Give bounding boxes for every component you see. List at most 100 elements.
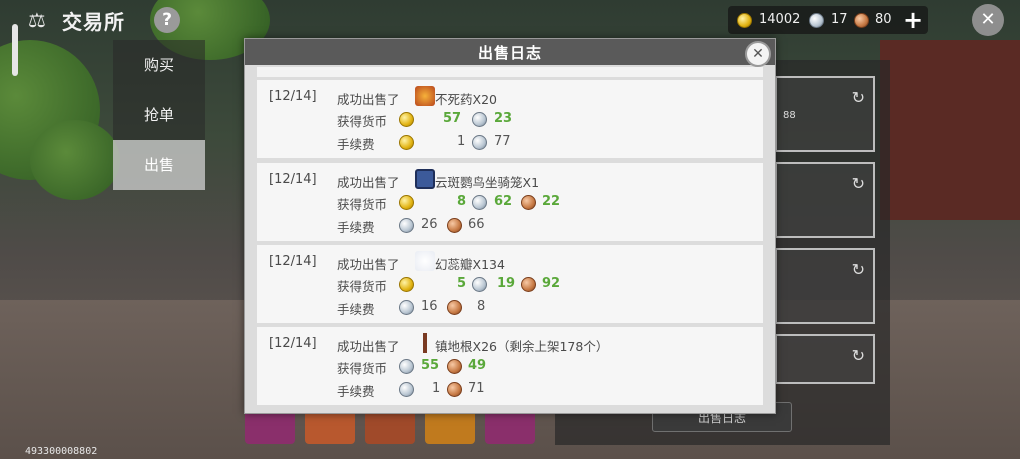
entry-item-name: 云斑鹦鸟坐骑笼X1 bbox=[435, 175, 540, 190]
copper-coin-icon bbox=[521, 195, 536, 210]
silver-coin-icon bbox=[472, 112, 487, 127]
fee-copper: 71 bbox=[468, 381, 485, 396]
earned-gold: 8 bbox=[457, 194, 467, 209]
building-decoration bbox=[880, 40, 1020, 220]
player-id: 493300008802 bbox=[25, 446, 98, 457]
dialog-header: 出售日志 bbox=[245, 39, 775, 65]
refresh-icon[interactable]: ↻ bbox=[852, 346, 865, 365]
fee-copper: 8 bbox=[477, 299, 486, 314]
earned-silver: 23 bbox=[494, 111, 513, 126]
copper-coin-icon bbox=[447, 382, 462, 397]
entry-sold-label: 成功出售了 bbox=[337, 175, 400, 190]
category-tabs: 购买 抢单 出售 bbox=[113, 40, 205, 190]
copper-coin-icon bbox=[854, 13, 869, 28]
silver-coin-icon bbox=[472, 135, 487, 150]
scrollbar-handle[interactable] bbox=[12, 24, 18, 76]
fee-silver: 1 bbox=[432, 381, 441, 396]
entry-sold-label: 成功出售了 bbox=[337, 339, 400, 354]
earned-gold: 57 bbox=[443, 111, 462, 126]
sell-log-dialog: 出售日志 ✕ [12/14] 成功出售了 不死药X20 获得货币 57 23 手… bbox=[244, 38, 776, 414]
sell-slot[interactable]: ↻ bbox=[775, 248, 875, 324]
refresh-icon[interactable]: ↻ bbox=[852, 174, 865, 193]
scales-icon: ⚖ bbox=[28, 8, 46, 32]
fee-gold: 1 bbox=[457, 134, 466, 149]
fee-copper: 66 bbox=[468, 217, 485, 232]
entry-sold-label: 成功出售了 bbox=[337, 257, 400, 272]
silver-coin-icon bbox=[399, 300, 414, 315]
copper-coin-icon bbox=[447, 300, 462, 315]
page-title: 交易所 bbox=[62, 10, 125, 34]
earned-label: 获得货币 bbox=[337, 361, 388, 376]
entry-date: [12/14] bbox=[269, 89, 317, 104]
silver-coin-icon bbox=[809, 13, 824, 28]
tab-sell[interactable]: 出售 bbox=[113, 140, 205, 190]
close-button[interactable]: ✕ bbox=[972, 4, 1004, 36]
fee-silver: 77 bbox=[494, 134, 511, 149]
tab-buy[interactable]: 购买 bbox=[113, 40, 205, 90]
log-entry: [12/14] 成功出售了 镇地根X26（剩余上架178个） 获得货币 55 4… bbox=[257, 327, 763, 405]
entry-date: [12/14] bbox=[269, 254, 317, 269]
petal-icon bbox=[415, 251, 435, 271]
copper-coin-icon bbox=[521, 277, 536, 292]
help-button[interactable]: ? bbox=[154, 7, 180, 33]
earned-silver: 19 bbox=[497, 276, 516, 291]
silver-coin-icon bbox=[399, 382, 414, 397]
earned-silver: 62 bbox=[494, 194, 513, 209]
refresh-icon[interactable]: ↻ bbox=[852, 88, 865, 107]
gold-coin-icon bbox=[399, 112, 414, 127]
dialog-title: 出售日志 bbox=[477, 44, 542, 62]
earned-label: 获得货币 bbox=[337, 197, 388, 212]
cage-icon bbox=[415, 169, 435, 189]
log-entry: [12/14] 成功出售了 云斑鹦鸟坐骑笼X1 获得货币 8 62 22 手续费… bbox=[257, 163, 763, 241]
gold-coin-icon bbox=[399, 135, 414, 150]
earned-copper: 22 bbox=[542, 194, 561, 209]
top-bar: ⚖ 交易所 ? 14002 17 80 + ✕ bbox=[0, 0, 1020, 40]
herb-icon bbox=[415, 86, 435, 106]
list-item-partial bbox=[257, 67, 763, 77]
fee-silver: 26 bbox=[421, 217, 438, 232]
fee-label: 手续费 bbox=[337, 302, 375, 317]
slot-value: 88 bbox=[783, 110, 796, 121]
earned-label: 获得货币 bbox=[337, 279, 388, 294]
silver-coin-icon bbox=[399, 218, 414, 233]
gold-coin-icon bbox=[399, 195, 414, 210]
tab-grab-order[interactable]: 抢单 bbox=[113, 90, 205, 140]
entry-item-name: 幻蕊瓣X134 bbox=[435, 257, 505, 272]
silver-coin-icon bbox=[472, 277, 487, 292]
entry-date: [12/14] bbox=[269, 336, 317, 351]
earned-gold: 5 bbox=[457, 276, 467, 291]
tree-decoration bbox=[30, 120, 120, 200]
root-icon bbox=[415, 333, 435, 353]
earned-label: 获得货币 bbox=[337, 114, 388, 129]
silver-coin-icon bbox=[399, 359, 414, 374]
entry-date: [12/14] bbox=[269, 172, 317, 187]
gold-coin-icon bbox=[737, 13, 752, 28]
earned-silver: 55 bbox=[421, 358, 440, 373]
log-entry: [12/14] 成功出售了 幻蕊瓣X134 获得货币 5 19 92 手续费 1… bbox=[257, 245, 763, 323]
entry-item-name: 不死药X20 bbox=[435, 92, 497, 107]
dialog-close-button[interactable]: ✕ bbox=[745, 41, 771, 67]
earned-copper: 49 bbox=[468, 358, 487, 373]
fee-label: 手续费 bbox=[337, 220, 375, 235]
earned-copper: 92 bbox=[542, 276, 561, 291]
fee-label: 手续费 bbox=[337, 384, 375, 399]
wallet-gold: 14002 bbox=[759, 12, 801, 27]
wallet-copper: 80 bbox=[875, 12, 892, 27]
refresh-icon[interactable]: ↻ bbox=[852, 260, 865, 279]
gold-coin-icon bbox=[399, 277, 414, 292]
sell-slot[interactable]: ↻ bbox=[775, 334, 875, 384]
log-entry: [12/14] 成功出售了 不死药X20 获得货币 57 23 手续费 1 77 bbox=[257, 80, 763, 158]
copper-coin-icon bbox=[447, 359, 462, 374]
wallet-bar: 14002 17 80 + bbox=[728, 6, 928, 34]
sell-slot[interactable]: ↻ bbox=[775, 162, 875, 238]
silver-coin-icon bbox=[472, 195, 487, 210]
sell-slot[interactable]: ↻ 88 bbox=[775, 76, 875, 152]
entry-sold-label: 成功出售了 bbox=[337, 92, 400, 107]
wallet-silver: 17 bbox=[831, 12, 848, 27]
log-list[interactable]: [12/14] 成功出售了 不死药X20 获得货币 57 23 手续费 1 77… bbox=[257, 67, 765, 407]
fee-label: 手续费 bbox=[337, 137, 375, 152]
add-currency-button[interactable]: + bbox=[902, 7, 924, 33]
copper-coin-icon bbox=[447, 218, 462, 233]
fee-silver: 16 bbox=[421, 299, 438, 314]
entry-item-name: 镇地根X26（剩余上架178个） bbox=[435, 339, 609, 354]
